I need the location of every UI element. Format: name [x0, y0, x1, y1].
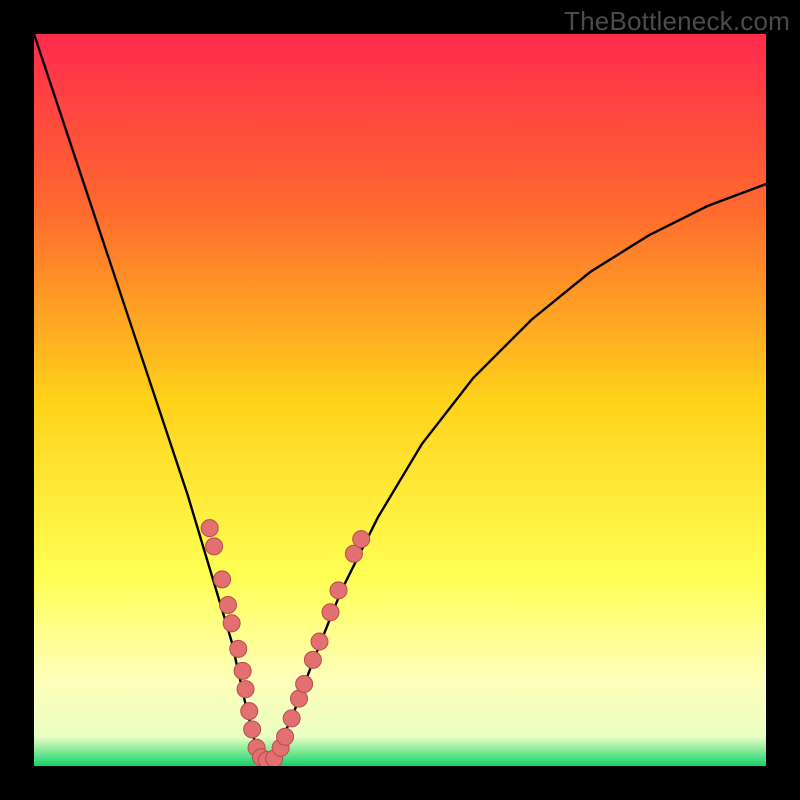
data-marker	[283, 710, 300, 727]
chart-svg	[34, 34, 766, 766]
data-marker	[230, 640, 247, 657]
bottleneck-curve	[34, 34, 766, 761]
data-marker	[234, 662, 251, 679]
data-marker	[241, 703, 258, 720]
data-marker	[353, 531, 370, 548]
plot-area	[34, 34, 766, 766]
data-marker	[206, 538, 223, 555]
chart-frame: TheBottleneck.com	[0, 0, 800, 800]
marker-layer	[201, 520, 370, 766]
data-marker	[277, 728, 294, 745]
data-marker	[322, 604, 339, 621]
data-marker	[223, 615, 240, 632]
data-marker	[244, 721, 261, 738]
data-marker	[237, 681, 254, 698]
data-marker	[330, 582, 347, 599]
attribution-label: TheBottleneck.com	[564, 6, 790, 37]
data-marker	[201, 520, 218, 537]
data-marker	[219, 596, 236, 613]
data-marker	[296, 676, 313, 693]
data-marker	[311, 633, 328, 650]
data-marker	[304, 651, 321, 668]
data-marker	[214, 571, 231, 588]
